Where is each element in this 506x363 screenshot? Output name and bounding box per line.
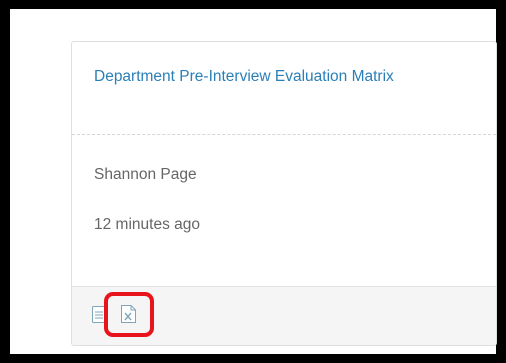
card-footer	[72, 286, 496, 345]
screenshot-frame: Department Pre-Interview Evaluation Matr…	[0, 0, 506, 363]
card-divider	[72, 134, 496, 135]
report-title-link[interactable]: Department Pre-Interview Evaluation Matr…	[94, 64, 474, 89]
report-card: Department Pre-Interview Evaluation Matr…	[71, 41, 497, 346]
author-name: Shannon Page	[94, 166, 197, 183]
highlight-box	[104, 292, 154, 337]
timestamp: 12 minutes ago	[94, 216, 200, 233]
